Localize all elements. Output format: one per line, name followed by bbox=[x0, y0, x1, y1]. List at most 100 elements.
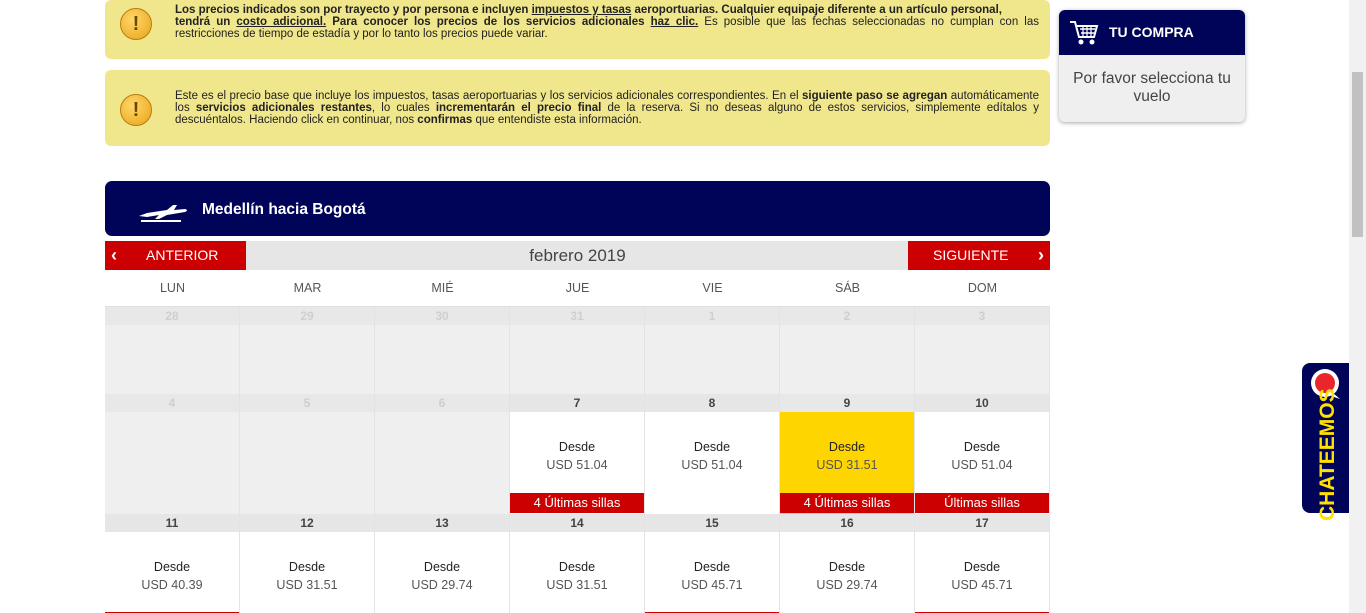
seats-left-badge: 4 Últimas sillas bbox=[510, 493, 644, 513]
day-number: 31 bbox=[510, 307, 644, 325]
warning-icon: ! bbox=[120, 8, 152, 40]
warning-icon: ! bbox=[120, 94, 152, 126]
calendar-day-disabled: 29 bbox=[240, 307, 375, 394]
weekday-label: VIE bbox=[702, 281, 723, 295]
price-prefix: Desde bbox=[558, 560, 596, 574]
calendar-day-disabled: 5 bbox=[240, 394, 375, 514]
airplane-takeoff-icon bbox=[139, 205, 187, 222]
price-prefix: Desde bbox=[828, 560, 866, 574]
calendar-day[interactable]: 12 Desde USD 31.51 bbox=[240, 514, 375, 613]
notice-text-part: Para conocer los precios de los servicio… bbox=[326, 16, 651, 28]
notice-text-part: confirmas bbox=[417, 114, 473, 126]
seats-left-badge: Últimas sillas bbox=[915, 493, 1049, 513]
price-prefix: Desde bbox=[423, 560, 461, 574]
day-price: USD 51.04 bbox=[681, 458, 743, 472]
price-prefix: Desde bbox=[153, 560, 191, 574]
chat-button[interactable]: CHATEEMOS bbox=[1302, 363, 1349, 521]
day-price: USD 51.04 bbox=[951, 458, 1013, 472]
seats-left-badge: 4 Últimas sillas bbox=[780, 493, 914, 513]
click-here-link[interactable]: haz clic. bbox=[651, 16, 699, 28]
calendar-day-disabled: 30 bbox=[375, 307, 510, 394]
calendar-grid: 28 29 30 31 1 2 3 4 5 6 7 Desde USD 51.04 4 Últimas s… bbox=[105, 307, 1050, 613]
weekday-label: SÁB bbox=[834, 281, 860, 295]
weekday-label: DOM bbox=[967, 281, 998, 295]
calendar-day[interactable]: 9 Desde USD 31.51 4 Últimas sillas bbox=[780, 394, 915, 514]
day-number: 8 bbox=[645, 394, 779, 412]
notice-text-part: Los precios indicados son por trayecto y… bbox=[175, 4, 532, 16]
day-price: USD 45.71 bbox=[951, 578, 1013, 592]
day-number: 17 bbox=[915, 514, 1049, 532]
notice-text-part: servicios adicionales restantes bbox=[195, 102, 372, 114]
calendar-day[interactable]: 11 Desde USD 40.39 bbox=[105, 514, 240, 613]
route-header: Medellín hacia Bogotá bbox=[105, 181, 1050, 236]
notice-price-info: ! Los precios indicados son por trayecto… bbox=[105, 0, 1050, 59]
day-price: USD 29.74 bbox=[816, 578, 878, 592]
notice-base-price: ! Este es el precio base que incluye los… bbox=[105, 70, 1050, 146]
page-scrollbar[interactable] bbox=[1349, 0, 1366, 613]
price-prefix: Desde bbox=[693, 440, 731, 454]
day-number: 11 bbox=[105, 514, 239, 532]
weekday-header: LUN MAR MIÉ JUE VIE SÁB DOM bbox=[105, 270, 1050, 307]
notice-text-part: siguiente paso se agregan bbox=[802, 90, 948, 102]
day-number: 5 bbox=[240, 394, 374, 412]
day-number: 29 bbox=[240, 307, 374, 325]
taxes-link[interactable]: impuestos y tasas bbox=[532, 4, 632, 16]
day-price: USD 31.51 bbox=[276, 578, 338, 592]
price-prefix: Desde bbox=[828, 440, 866, 454]
calendar-day-disabled: 4 bbox=[105, 394, 240, 514]
scrollbar-thumb[interactable] bbox=[1352, 72, 1363, 237]
purchase-title: TU COMPRA bbox=[1109, 24, 1194, 40]
day-price: USD 45.71 bbox=[681, 578, 743, 592]
day-number: 2 bbox=[780, 307, 914, 325]
day-price: USD 31.51 bbox=[816, 458, 878, 472]
day-price: USD 31.51 bbox=[546, 578, 608, 592]
day-number: 6 bbox=[375, 394, 509, 412]
notice-text-part: , lo cuales bbox=[371, 102, 436, 114]
day-number: 3 bbox=[915, 307, 1049, 325]
weekday-label: MAR bbox=[293, 281, 322, 295]
day-price: USD 40.39 bbox=[141, 578, 203, 592]
calendar-day[interactable]: 7 Desde USD 51.04 4 Últimas sillas bbox=[510, 394, 645, 514]
calendar-day-disabled: 6 bbox=[375, 394, 510, 514]
calendar-day[interactable]: 8 Desde USD 51.04 bbox=[645, 394, 780, 514]
price-prefix: Desde bbox=[558, 440, 596, 454]
notice-text: Los precios indicados son por trayecto y… bbox=[175, 4, 1039, 40]
notice-text-part: incrementarán el precio final bbox=[435, 102, 602, 114]
calendar-day[interactable]: 13 Desde USD 29.74 bbox=[375, 514, 510, 613]
day-number: 10 bbox=[915, 394, 1049, 412]
price-prefix: Desde bbox=[288, 560, 326, 574]
day-price: USD 29.74 bbox=[411, 578, 473, 592]
calendar-day-disabled: 31 bbox=[510, 307, 645, 394]
calendar-day[interactable]: 10 Desde USD 51.04 Últimas sillas bbox=[915, 394, 1050, 514]
next-label: SIGUIENTE bbox=[933, 247, 1009, 263]
next-month-button[interactable]: SIGUIENTE › bbox=[908, 241, 1050, 270]
day-number: 13 bbox=[375, 514, 509, 532]
calendar-day-disabled: 28 bbox=[105, 307, 240, 394]
calendar-day[interactable]: 15 Desde USD 45.71 bbox=[645, 514, 780, 613]
calendar-day-disabled: 2 bbox=[780, 307, 915, 394]
notice-text-part: tendrá un bbox=[175, 16, 237, 28]
day-number: 14 bbox=[510, 514, 644, 532]
purchase-header: TU COMPRA bbox=[1059, 10, 1245, 55]
day-number: 4 bbox=[105, 394, 239, 412]
day-number: 1 bbox=[645, 307, 779, 325]
calendar-day[interactable]: 17 Desde USD 45.71 bbox=[915, 514, 1050, 613]
additional-cost-link[interactable]: costo adicional. bbox=[236, 16, 326, 28]
day-price: USD 51.04 bbox=[546, 458, 608, 472]
notice-text-part: que entendiste esta información. bbox=[472, 114, 642, 126]
notice-text-part: aeroportuarias. Cualquier equipaje difer… bbox=[631, 4, 1002, 16]
calendar-day[interactable]: 16 Desde USD 29.74 bbox=[780, 514, 915, 613]
day-number: 16 bbox=[780, 514, 914, 532]
chat-label: CHATEEMOS bbox=[1316, 388, 1339, 521]
calendar-day-disabled: 3 bbox=[915, 307, 1050, 394]
calendar-day-disabled: 1 bbox=[645, 307, 780, 394]
purchase-message: Por favor selecciona tu vuelo bbox=[1073, 70, 1231, 105]
calendar-day[interactable]: 14 Desde USD 31.51 bbox=[510, 514, 645, 613]
day-number: 28 bbox=[105, 307, 239, 325]
previous-month-button[interactable]: ‹ ANTERIOR bbox=[105, 241, 246, 270]
notice-text: Este es el precio base que incluye los i… bbox=[175, 90, 1039, 126]
weekday-label: MIÉ bbox=[431, 281, 454, 295]
day-number: 7 bbox=[510, 394, 644, 412]
notice-text-part: Este es el precio base que incluye los i… bbox=[175, 90, 803, 102]
purchase-summary: TU COMPRA Por favor selecciona tu vuelo bbox=[1059, 10, 1245, 122]
